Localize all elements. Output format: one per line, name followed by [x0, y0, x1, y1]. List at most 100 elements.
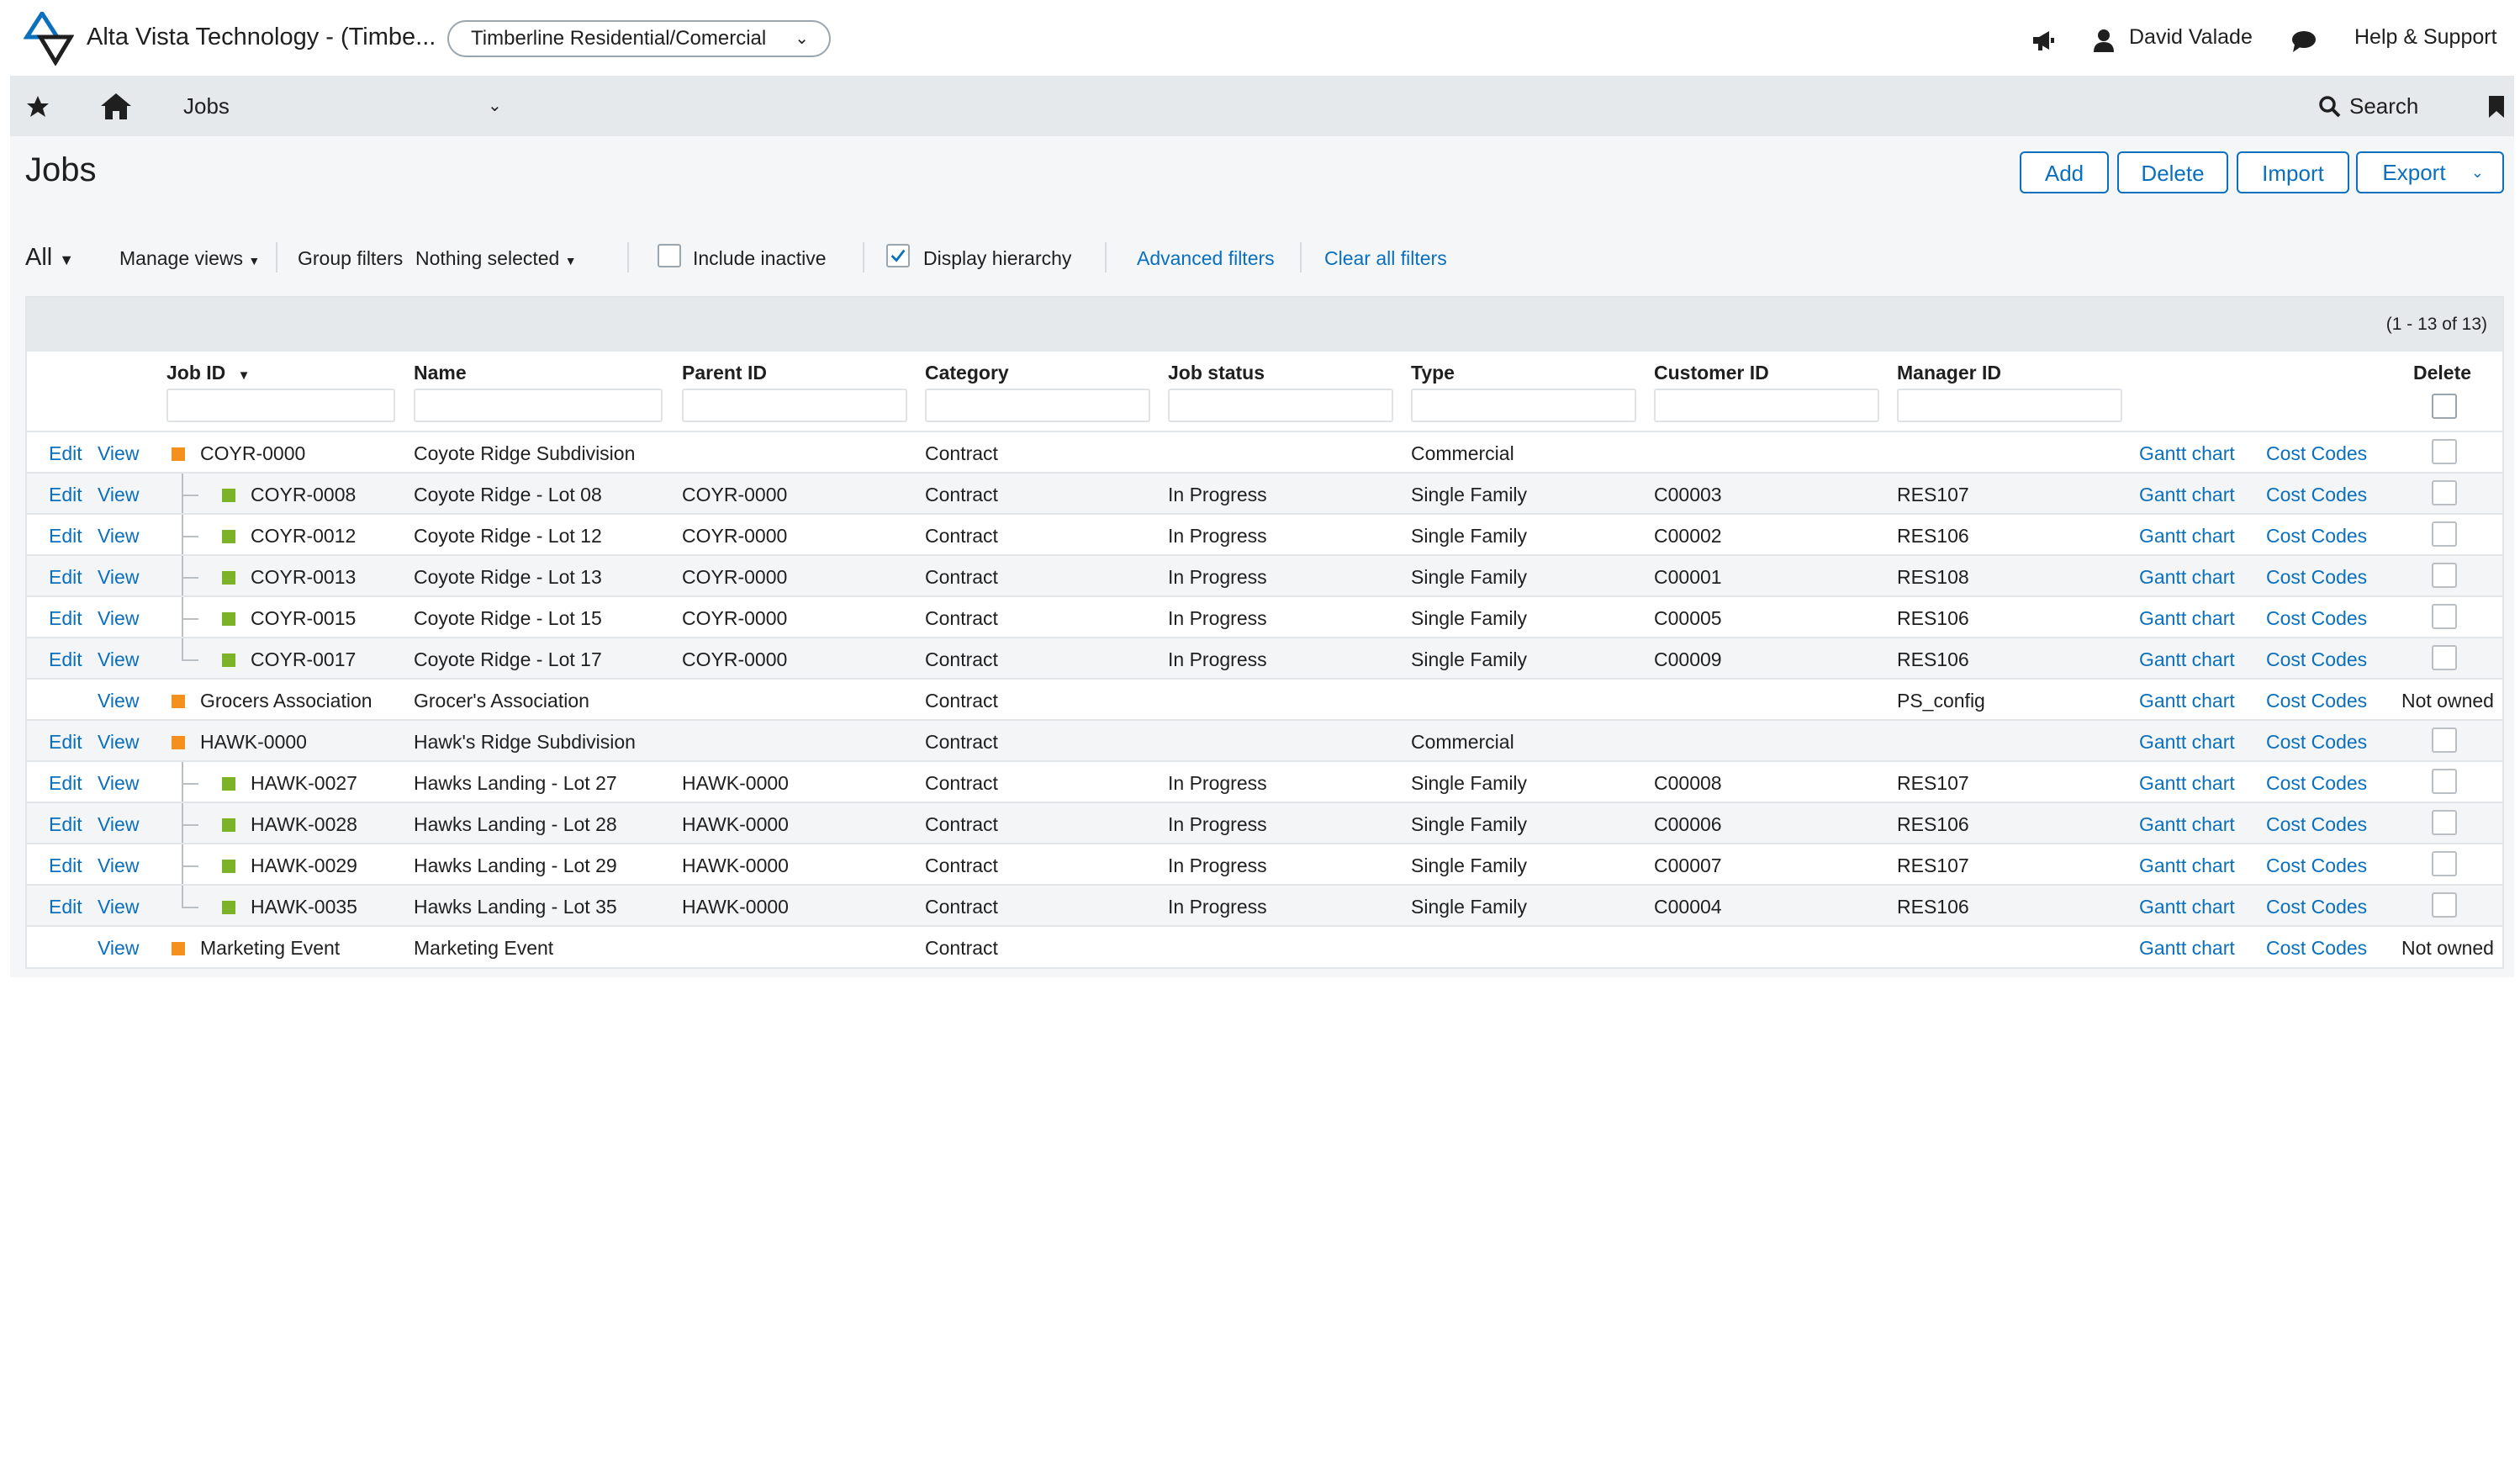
view-link[interactable]: View — [98, 772, 139, 795]
column-header-type[interactable]: Type — [1411, 362, 1455, 384]
gantt-chart-link[interactable]: Gantt chart — [2139, 566, 2235, 589]
column-header-category[interactable]: Category — [925, 362, 1009, 384]
delete-button[interactable]: Delete — [2117, 151, 2228, 193]
cost-codes-link[interactable]: Cost Codes — [2266, 648, 2367, 671]
select-all-delete-checkbox[interactable] — [2432, 394, 2457, 419]
clear-all-filters-link[interactable]: Clear all filters — [1324, 247, 1447, 270]
delete-row-checkbox[interactable] — [2432, 892, 2457, 918]
edit-link[interactable]: Edit — [49, 731, 82, 754]
display-hierarchy-checkbox[interactable] — [886, 244, 910, 267]
column-header-manager-id[interactable]: Manager ID — [1897, 362, 2001, 384]
column-header-parent-id[interactable]: Parent ID — [682, 362, 767, 384]
view-link[interactable]: View — [98, 855, 139, 877]
category-filter-input[interactable] — [925, 389, 1150, 422]
bookmark-icon[interactable] — [2487, 94, 2506, 119]
gantt-chart-link[interactable]: Gantt chart — [2139, 855, 2235, 877]
delete-row-checkbox[interactable] — [2432, 439, 2457, 464]
job-id-filter-input[interactable] — [166, 389, 395, 422]
edit-link[interactable]: Edit — [49, 855, 82, 877]
add-button[interactable]: Add — [2020, 151, 2109, 193]
user-icon[interactable] — [2092, 29, 2116, 52]
edit-link[interactable]: Edit — [49, 607, 82, 630]
cost-codes-link[interactable]: Cost Codes — [2266, 731, 2367, 754]
entity-selector[interactable]: Timberline Residential/Comercial ⌄ — [447, 20, 831, 57]
view-link[interactable]: View — [98, 648, 139, 671]
include-inactive-checkbox[interactable] — [658, 244, 681, 267]
gantt-chart-link[interactable]: Gantt chart — [2139, 607, 2235, 630]
delete-row-checkbox[interactable] — [2432, 645, 2457, 670]
help-support-link[interactable]: Help & Support — [2354, 25, 2497, 50]
manager-id-filter-input[interactable] — [1897, 389, 2122, 422]
company-logo-icon[interactable] — [24, 12, 74, 66]
chat-icon[interactable] — [2290, 29, 2317, 53]
delete-row-checkbox[interactable] — [2432, 480, 2457, 505]
edit-link[interactable]: Edit — [49, 566, 82, 589]
type-filter-input[interactable] — [1411, 389, 1636, 422]
column-header-customer-id[interactable]: Customer ID — [1654, 362, 1769, 384]
module-selector[interactable]: Jobs ⌄ — [183, 76, 511, 136]
delete-row-checkbox[interactable] — [2432, 521, 2457, 547]
star-icon[interactable] — [25, 94, 50, 119]
view-link[interactable]: View — [98, 525, 139, 548]
delete-row-checkbox[interactable] — [2432, 810, 2457, 835]
user-name[interactable]: David Valade — [2129, 25, 2253, 50]
megaphone-icon[interactable] — [2031, 29, 2056, 52]
customer-id-filter-input[interactable] — [1654, 389, 1879, 422]
cost-codes-link[interactable]: Cost Codes — [2266, 566, 2367, 589]
edit-link[interactable]: Edit — [49, 648, 82, 671]
export-button[interactable]: Export ⌄ — [2356, 151, 2504, 193]
view-link[interactable]: View — [98, 690, 139, 712]
edit-link[interactable]: Edit — [49, 442, 82, 465]
cost-codes-link[interactable]: Cost Codes — [2266, 607, 2367, 630]
delete-row-checkbox[interactable] — [2432, 851, 2457, 876]
cost-codes-link[interactable]: Cost Codes — [2266, 525, 2367, 548]
delete-row-checkbox[interactable] — [2432, 604, 2457, 629]
gantt-chart-link[interactable]: Gantt chart — [2139, 896, 2235, 918]
gantt-chart-link[interactable]: Gantt chart — [2139, 813, 2235, 836]
cost-codes-link[interactable]: Cost Codes — [2266, 855, 2367, 877]
view-link[interactable]: View — [98, 607, 139, 630]
view-link[interactable]: View — [98, 937, 139, 960]
cost-codes-link[interactable]: Cost Codes — [2266, 442, 2367, 465]
column-header-job-status[interactable]: Job status — [1168, 362, 1265, 384]
cost-codes-link[interactable]: Cost Codes — [2266, 772, 2367, 795]
gantt-chart-link[interactable]: Gantt chart — [2139, 937, 2235, 960]
cost-codes-link[interactable]: Cost Codes — [2266, 484, 2367, 506]
import-button[interactable]: Import — [2237, 151, 2349, 193]
view-link[interactable]: View — [98, 566, 139, 589]
gantt-chart-link[interactable]: Gantt chart — [2139, 772, 2235, 795]
view-selector[interactable]: All ▼ — [25, 244, 74, 272]
gantt-chart-link[interactable]: Gantt chart — [2139, 731, 2235, 754]
gantt-chart-link[interactable]: Gantt chart — [2139, 442, 2235, 465]
cost-codes-link[interactable]: Cost Codes — [2266, 937, 2367, 960]
edit-link[interactable]: Edit — [49, 484, 82, 506]
view-link[interactable]: View — [98, 813, 139, 836]
view-link[interactable]: View — [98, 484, 139, 506]
parent-id-filter-input[interactable] — [682, 389, 907, 422]
delete-row-checkbox[interactable] — [2432, 769, 2457, 794]
advanced-filters-link[interactable]: Advanced filters — [1137, 247, 1275, 270]
cost-codes-link[interactable]: Cost Codes — [2266, 690, 2367, 712]
view-link[interactable]: View — [98, 442, 139, 465]
home-icon[interactable] — [99, 91, 133, 121]
company-name[interactable]: Alta Vista Technology - (Timbe... — [87, 24, 436, 51]
gantt-chart-link[interactable]: Gantt chart — [2139, 525, 2235, 548]
name-filter-input[interactable] — [414, 389, 663, 422]
cost-codes-link[interactable]: Cost Codes — [2266, 813, 2367, 836]
view-link[interactable]: View — [98, 896, 139, 918]
manage-views-menu[interactable]: Manage views ▼ — [119, 247, 260, 270]
view-link[interactable]: View — [98, 731, 139, 754]
group-filters-select[interactable]: Nothing selected ▼ — [415, 247, 577, 270]
edit-link[interactable]: Edit — [49, 525, 82, 548]
gantt-chart-link[interactable]: Gantt chart — [2139, 484, 2235, 506]
cost-codes-link[interactable]: Cost Codes — [2266, 896, 2367, 918]
search-button[interactable]: Search — [2319, 76, 2418, 136]
column-header-name[interactable]: Name — [414, 362, 467, 384]
gantt-chart-link[interactable]: Gantt chart — [2139, 690, 2235, 712]
edit-link[interactable]: Edit — [49, 813, 82, 836]
gantt-chart-link[interactable]: Gantt chart — [2139, 648, 2235, 671]
column-header-job-id[interactable]: Job ID ▼ — [166, 362, 251, 384]
edit-link[interactable]: Edit — [49, 772, 82, 795]
delete-row-checkbox[interactable] — [2432, 728, 2457, 753]
edit-link[interactable]: Edit — [49, 896, 82, 918]
